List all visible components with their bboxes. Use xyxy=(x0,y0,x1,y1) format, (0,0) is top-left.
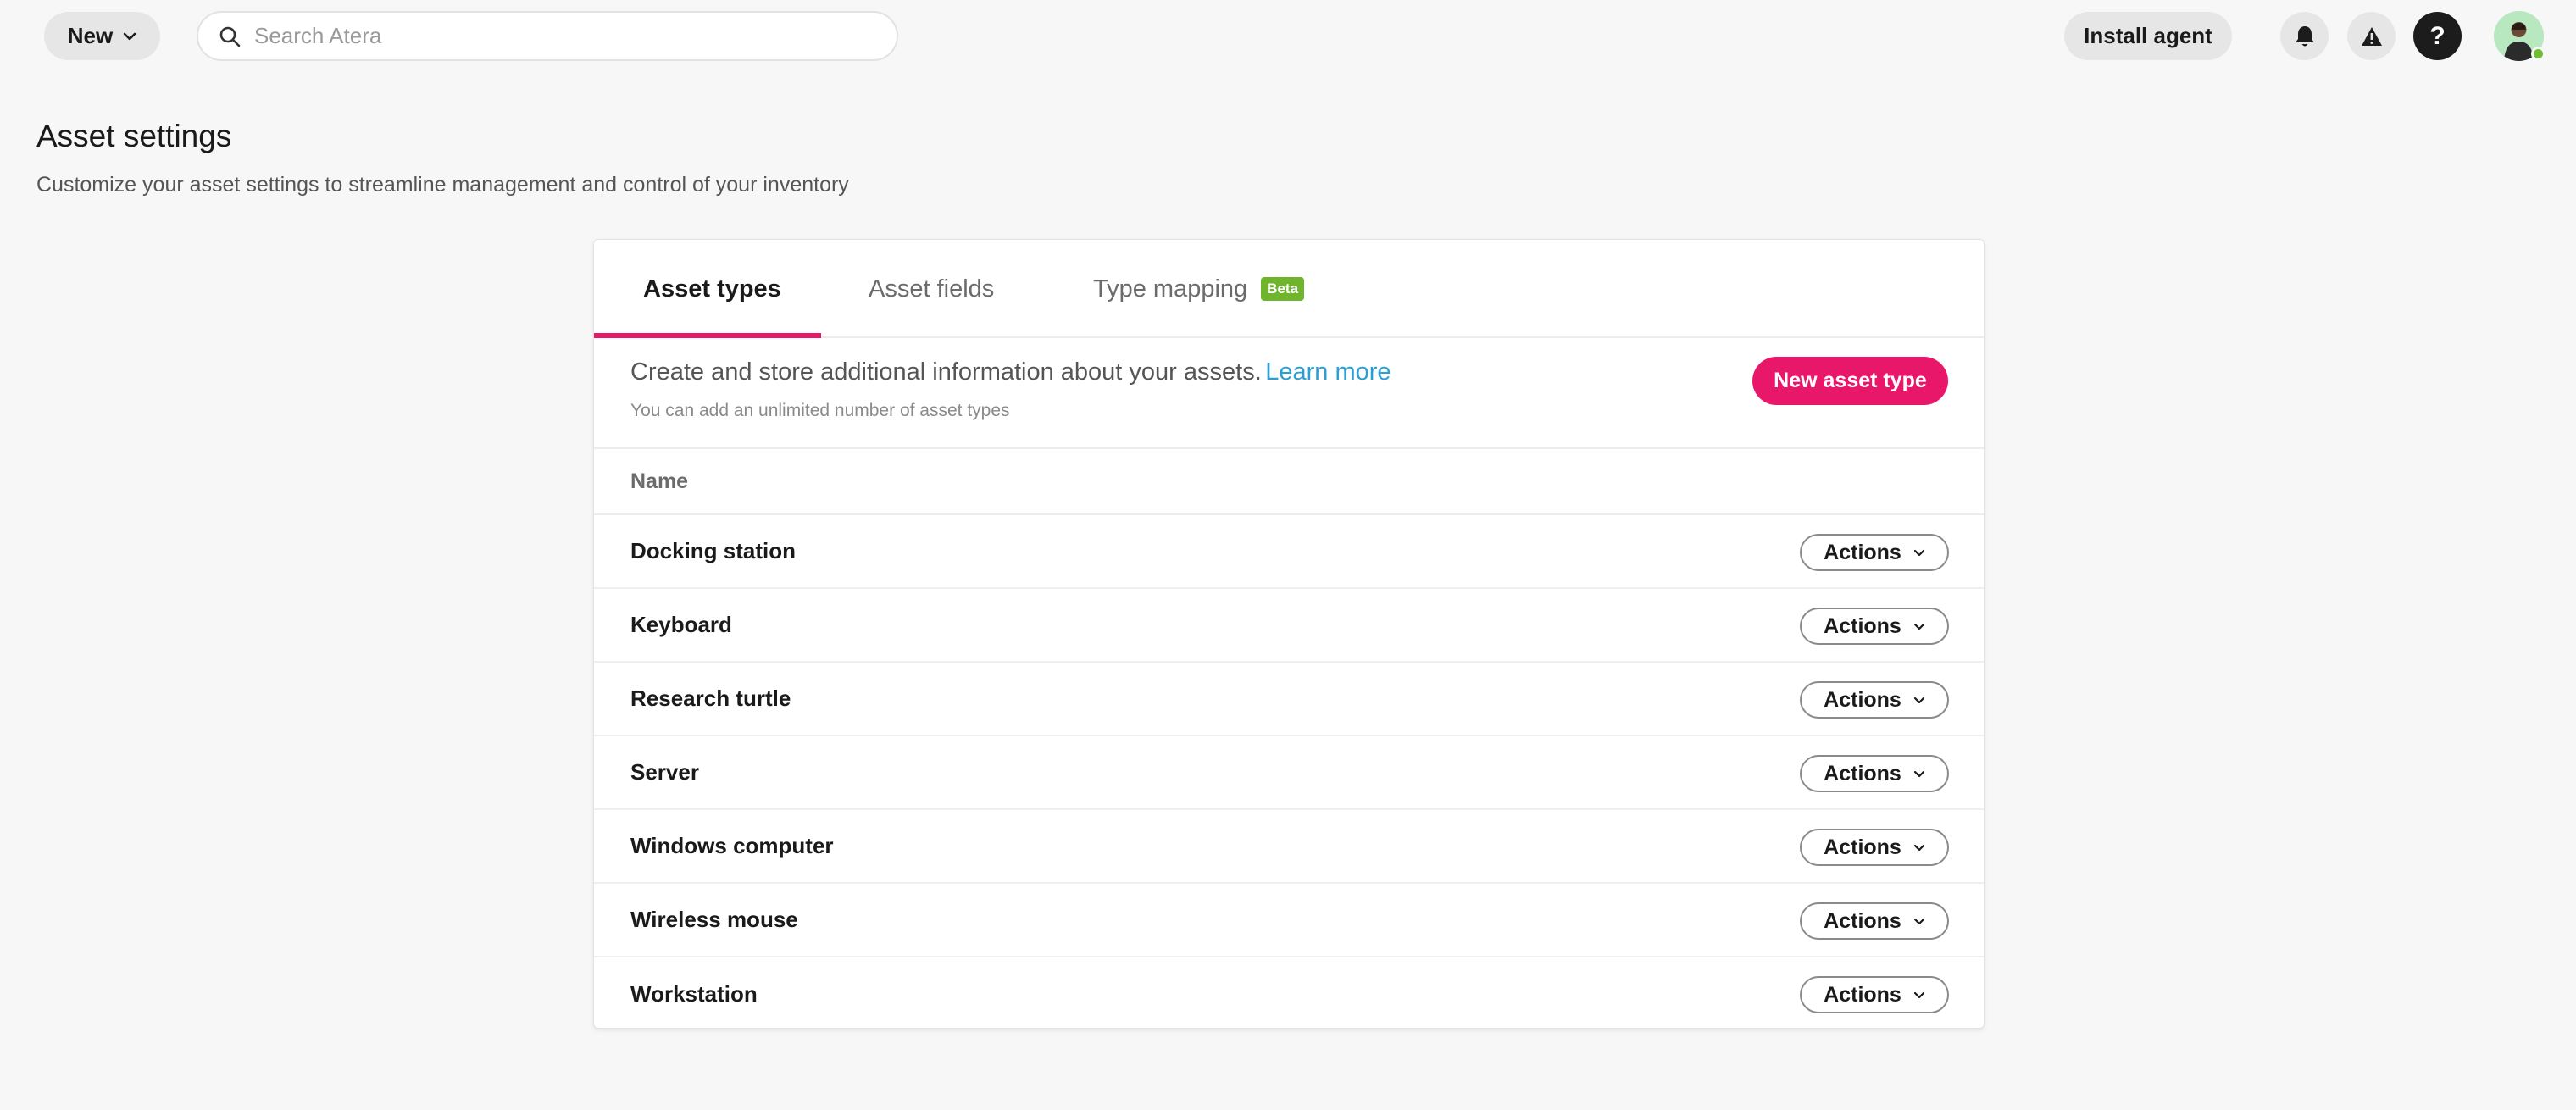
top-bar: New Install agent ? xyxy=(0,0,2576,71)
chevron-down-icon xyxy=(1913,844,1924,851)
table-row: Wireless mouse Actions xyxy=(594,884,1984,957)
asset-type-name: Keyboard xyxy=(630,612,732,637)
actions-label: Actions xyxy=(1824,687,1901,712)
search-icon xyxy=(219,26,241,47)
actions-button[interactable]: Actions xyxy=(1800,829,1949,866)
actions-label: Actions xyxy=(1824,908,1901,933)
actions-label: Actions xyxy=(1824,761,1901,785)
search-box[interactable] xyxy=(197,11,898,61)
actions-label: Actions xyxy=(1824,835,1901,859)
chevron-down-icon xyxy=(1913,697,1924,703)
table-row: Windows computer Actions xyxy=(594,810,1984,884)
column-header-name: Name xyxy=(630,469,689,493)
actions-label: Actions xyxy=(1824,613,1901,638)
tabs: Asset types Asset fields Type mapping Be… xyxy=(594,240,1984,338)
actions-button[interactable]: Actions xyxy=(1800,755,1949,792)
intro-text: Create and store additional information … xyxy=(630,358,1262,386)
tab-asset-types[interactable]: Asset types xyxy=(643,240,781,338)
actions-button[interactable]: Actions xyxy=(1800,608,1949,645)
actions-button[interactable]: Actions xyxy=(1800,534,1949,571)
beta-badge: Beta xyxy=(1261,277,1305,301)
asset-settings-card: Asset types Asset fields Type mapping Be… xyxy=(593,239,1985,1029)
bell-icon xyxy=(2295,25,2314,46)
avatar[interactable] xyxy=(2494,11,2545,61)
install-agent-button[interactable]: Install agent xyxy=(2064,12,2232,60)
asset-type-name: Research turtle xyxy=(630,685,791,711)
tab-label: Asset types xyxy=(643,275,781,302)
intro: Create and store additional information … xyxy=(630,358,1391,386)
asset-type-list: Docking station Actions Keyboard Actions… xyxy=(594,515,1984,1028)
table-row: Server Actions xyxy=(594,736,1984,810)
actions-label: Actions xyxy=(1824,540,1901,564)
asset-type-name: Workstation xyxy=(630,981,758,1007)
search-input[interactable] xyxy=(254,23,897,49)
page-subtitle: Customize your asset settings to streaml… xyxy=(36,173,849,197)
page-title: Asset settings xyxy=(36,119,232,153)
actions-button[interactable]: Actions xyxy=(1800,681,1949,719)
table-row: Workstation Actions xyxy=(594,957,1984,1028)
learn-more-link[interactable]: Learn more xyxy=(1265,358,1391,386)
alerts-button[interactable] xyxy=(2347,12,2396,60)
asset-type-name: Wireless mouse xyxy=(630,907,798,932)
warning-icon xyxy=(2361,26,2382,46)
online-status-dot xyxy=(2531,47,2545,61)
tab-type-mapping[interactable]: Type mapping Beta xyxy=(1093,240,1305,338)
actions-label: Actions xyxy=(1824,982,1901,1007)
chevron-down-icon xyxy=(123,32,136,40)
new-button[interactable]: New xyxy=(44,12,160,60)
table-row: Research turtle Actions xyxy=(594,663,1984,736)
help-icon: ? xyxy=(2429,21,2446,50)
table-row: Keyboard Actions xyxy=(594,589,1984,663)
tab-label: Type mapping xyxy=(1093,275,1248,302)
tab-asset-fields[interactable]: Asset fields xyxy=(869,240,994,338)
new-button-label: New xyxy=(67,23,114,48)
asset-type-name: Docking station xyxy=(630,538,797,563)
chevron-down-icon xyxy=(1913,549,1924,556)
table-row: Docking station Actions xyxy=(594,515,1984,589)
actions-button[interactable]: Actions xyxy=(1800,902,1949,940)
notifications-button[interactable] xyxy=(2280,12,2329,60)
tab-label: Asset fields xyxy=(869,275,995,302)
chevron-down-icon xyxy=(1913,623,1924,630)
asset-type-name: Server xyxy=(630,759,699,785)
new-asset-type-button[interactable]: New asset type xyxy=(1752,357,1948,405)
chevron-down-icon xyxy=(1913,991,1924,998)
table-header: Name xyxy=(594,447,1984,515)
asset-type-name: Windows computer xyxy=(630,833,834,858)
chevron-down-icon xyxy=(1913,918,1924,924)
help-button[interactable]: ? xyxy=(2413,12,2462,60)
actions-button[interactable]: Actions xyxy=(1800,976,1949,1013)
chevron-down-icon xyxy=(1913,770,1924,777)
intro-subtext: You can add an unlimited number of asset… xyxy=(630,401,1010,420)
active-tab-indicator xyxy=(594,333,821,338)
